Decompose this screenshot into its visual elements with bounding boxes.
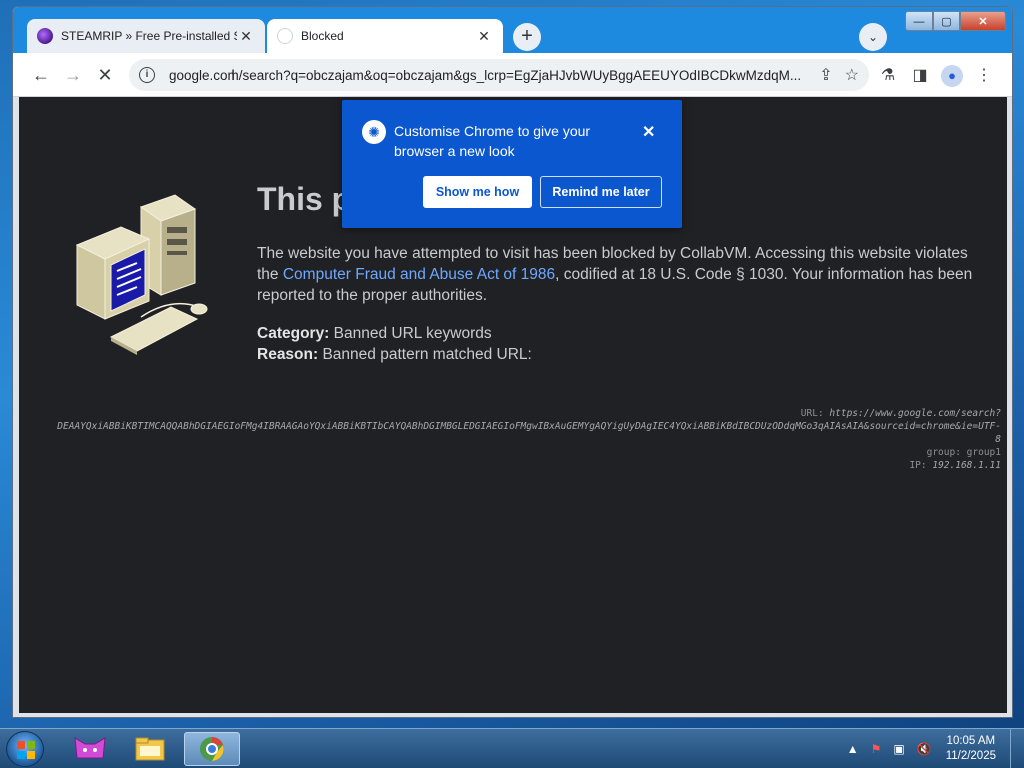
- browser-toolbar: ← → ✕ i google.com/search?q=obczajam&oq=…: [13, 53, 1012, 97]
- clock-time: 10:05 AM: [946, 735, 996, 747]
- url-label: URL:: [800, 408, 824, 419]
- stop-loading-button[interactable]: ✕: [93, 63, 117, 87]
- taskbar: ▲ ⚑ ▣ 🔇 10:05 AM 11/2/2025: [0, 728, 1024, 768]
- group-label: group:: [926, 447, 961, 458]
- show-desktop-button[interactable]: [1010, 729, 1024, 768]
- url-text[interactable]: google.com/search?q=obczajam&oq=obczajam…: [169, 68, 819, 83]
- clock-date: 11/2/2025: [945, 750, 996, 762]
- address-bar[interactable]: i google.com/search?q=obczajam&oq=obczaj…: [129, 59, 869, 91]
- tab-close-icon[interactable]: ✕: [237, 28, 255, 45]
- popup-close-icon[interactable]: ✕: [642, 122, 655, 142]
- tab-title: STEAMRIP » Free Pre-installed S: [61, 29, 237, 43]
- system-tray: ▲ ⚑ ▣ 🔇 10:05 AM 11/2/2025: [841, 729, 1024, 768]
- remind-me-later-button[interactable]: Remind me later: [540, 176, 662, 208]
- url-value-cont: DEAAYQxiABBiKBTIMCAQQABhDGIAEGIoFMg4IBRA…: [57, 421, 1001, 432]
- window-controls: — ▢ ✕: [905, 11, 1006, 31]
- reason-label: Reason:: [257, 346, 319, 363]
- network-icon[interactable]: ▣: [893, 742, 904, 756]
- taskbar-app-cat-icon[interactable]: [62, 732, 118, 766]
- forward-button[interactable]: →: [61, 63, 85, 87]
- tab-search-button[interactable]: ⌄: [859, 23, 887, 51]
- page-title: This p: [257, 181, 352, 217]
- lightbulb-icon: ✺: [362, 120, 386, 144]
- menu-icon[interactable]: ⋮: [973, 65, 995, 85]
- back-button[interactable]: ←: [29, 63, 53, 87]
- ip-label: IP:: [909, 460, 927, 471]
- show-hidden-icons-icon[interactable]: ▲: [847, 742, 859, 756]
- windows-logo-icon: [17, 741, 35, 759]
- reason-value: Banned pattern matched URL:: [322, 346, 532, 363]
- steamrip-favicon-icon: [37, 28, 53, 44]
- block-details: Category: Banned URL keywords Reason: Ba…: [257, 323, 532, 365]
- ip-value: 192.168.1.11: [932, 460, 1001, 471]
- tab-steamrip[interactable]: STEAMRIP » Free Pre-installed S ✕: [27, 19, 265, 53]
- taskbar-explorer-icon[interactable]: [122, 732, 178, 766]
- share-icon[interactable]: ⇪: [819, 65, 832, 85]
- customize-chrome-popup: ✺ Customise Chrome to give your browser …: [342, 100, 682, 228]
- bookmark-star-icon[interactable]: ☆: [845, 65, 859, 85]
- category-value: Banned URL keywords: [333, 325, 492, 342]
- volume-muted-icon[interactable]: 🔇: [917, 742, 932, 756]
- page-favicon-icon: [277, 28, 293, 44]
- group-value: group1: [966, 447, 1001, 458]
- taskbar-chrome-icon[interactable]: [184, 732, 240, 766]
- site-info-icon[interactable]: i: [139, 67, 155, 83]
- popup-message: Customise Chrome to give your browser a …: [394, 123, 591, 159]
- text-cursor-icon: I: [231, 68, 236, 84]
- clock[interactable]: 10:05 AM 11/2/2025: [946, 734, 996, 764]
- tab-title: Blocked: [301, 29, 344, 43]
- close-window-button[interactable]: ✕: [960, 11, 1006, 31]
- cfaa-link[interactable]: Computer Fraud and Abuse Act of 1986: [283, 266, 555, 283]
- side-panel-icon[interactable]: ◨: [909, 65, 931, 85]
- tab-blocked[interactable]: Blocked ✕: [267, 19, 503, 53]
- minimize-button[interactable]: —: [905, 11, 933, 31]
- category-label: Category:: [257, 325, 330, 342]
- debug-info: URL: https://www.google.com/search? DEAA…: [17, 407, 1001, 472]
- tab-strip: STEAMRIP » Free Pre-installed S ✕ Blocke…: [13, 7, 1012, 53]
- start-button[interactable]: [6, 731, 44, 767]
- url-value-end: 8: [995, 434, 1001, 445]
- profile-avatar[interactable]: ●: [941, 65, 963, 87]
- tab-close-icon[interactable]: ✕: [475, 28, 493, 45]
- url-value: https://www.google.com/search?: [829, 408, 1001, 419]
- new-tab-button[interactable]: +: [513, 23, 541, 51]
- maximize-button[interactable]: ▢: [933, 11, 960, 31]
- computer-icon: [75, 194, 208, 355]
- labs-icon[interactable]: ⚗: [877, 65, 899, 85]
- show-me-how-button[interactable]: Show me how: [423, 176, 532, 208]
- blocked-message: The website you have attempted to visit …: [257, 243, 993, 306]
- action-center-flag-icon[interactable]: ⚑: [871, 742, 882, 756]
